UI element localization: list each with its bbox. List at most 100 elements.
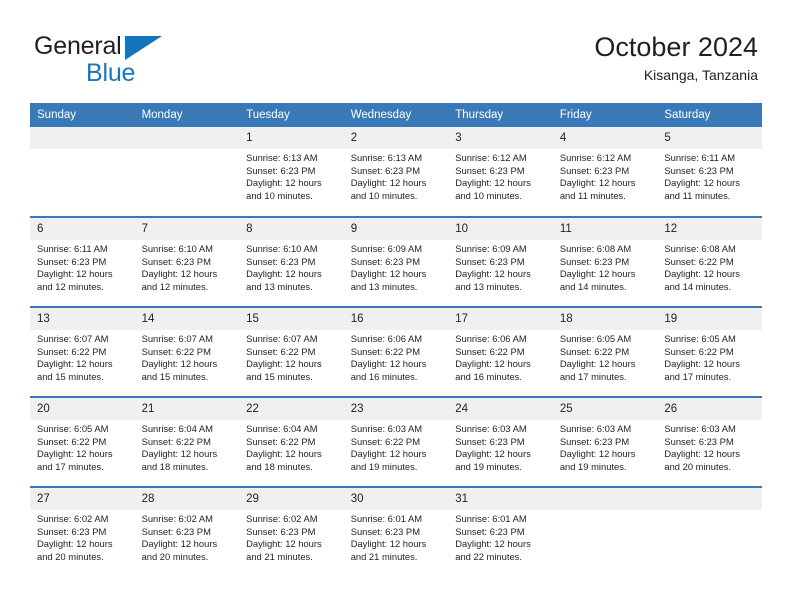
daylight-text-line1: Daylight: 12 hours [350,538,427,550]
calendar-day-cell[interactable]: 26 Sunrise: 6:03 AM Sunset: 6:23 PM Dayligh… [657,396,762,487]
calendar-day-cell[interactable]: 3 Sunrise: 6:12 AM Sunset: 6:23 PM Daylight… [448,127,553,217]
calendar-day-cell[interactable]: 13 Sunrise: 6:07 AM Sunset: 6:22 PM Dayligh… [30,306,135,397]
sunset-text: Sunset: 6:23 PM [559,435,630,447]
calendar-day-cell[interactable]: 5 Sunrise: 6:11 AM Sunset: 6:23 PM Daylight… [657,127,762,217]
calendar-day-cell[interactable]: 14 Sunrise: 6:07 AM Sunset: 6:22 PM Dayligh… [134,306,240,397]
page-subtitle: Kisanga, Tanzania [643,67,758,83]
calendar-day-cell[interactable]: 31 Sunrise: 6:01 AM Sunset: 6:23 PM Dayligh… [448,486,553,577]
day-details: Sunrise: 6:02 AM Sunset: 6:23 PM Daylight:… [30,510,135,563]
calendar-day-cell[interactable]: 16 Sunrise: 6:06 AM Sunset: 6:22 PM Dayligh… [343,306,449,397]
calendar-day-cell[interactable]: 21 Sunrise: 6:04 AM Sunset: 6:22 PM Dayligh… [134,396,240,487]
daylight-text-line1: Daylight: 12 hours [559,448,636,460]
day-details: Sunrise: 6:11 AM Sunset: 6:23 PM Daylight:… [30,240,135,293]
sunset-text: Sunset: 6:22 PM [246,435,316,447]
day-details: Sunrise: 6:12 AM Sunset: 6:23 PM Daylight:… [553,149,658,202]
day-number: 19 [657,308,762,330]
day-number: 1 [239,127,344,149]
calendar-day-cell[interactable]: 12 Sunrise: 6:08 AM Sunset: 6:22 PM Dayligh… [657,216,762,307]
calendar-day-cell[interactable]: 22 Sunrise: 6:04 AM Sunset: 6:22 PM Dayligh… [239,396,344,487]
day-details: Sunrise: 6:03 AM Sunset: 6:23 PM Daylight:… [448,420,553,473]
calendar-day-cell[interactable]: 29 Sunrise: 6:02 AM Sunset: 6:23 PM Dayligh… [239,486,344,577]
brand-logo[interactable]: General Blue [34,33,214,89]
calendar-day-cell[interactable]: 8 Sunrise: 6:10 AM Sunset: 6:23 PM Daylight… [239,216,344,307]
day-number: 2 [343,127,449,149]
sunset-text: Sunset: 6:22 PM [559,345,630,357]
daylight-text-line1: Daylight: 12 hours [141,448,218,460]
calendar-day-cell[interactable]: 23 Sunrise: 6:03 AM Sunset: 6:22 PM Dayligh… [343,396,449,487]
weekday-header-saturday: Saturday [657,103,762,127]
day-details: Sunrise: 6:03 AM Sunset: 6:23 PM Daylight:… [553,420,658,473]
calendar-day-cell[interactable]: 27 Sunrise: 6:02 AM Sunset: 6:23 PM Dayligh… [30,486,135,577]
calendar-day-cell[interactable]: 6 Sunrise: 6:11 AM Sunset: 6:23 PM Daylight… [30,216,135,307]
sunset-text: Sunset: 6:23 PM [141,255,211,267]
daylight-text-line2: and 11 minutes. [664,189,731,201]
day-number: 4 [552,127,658,149]
day-number: 17 [448,308,553,330]
calendar-day-cell[interactable]: 18 Sunrise: 6:05 AM Sunset: 6:22 PM Dayligh… [552,306,658,397]
calendar-day-cell[interactable]: 25 Sunrise: 6:03 AM Sunset: 6:23 PM Dayligh… [552,396,658,487]
calendar-day-cell[interactable]: 30 Sunrise: 6:01 AM Sunset: 6:23 PM Dayligh… [343,486,449,577]
sunrise-text: Sunrise: 6:08 AM [559,243,632,254]
day-details: Sunrise: 6:13 AM Sunset: 6:23 PM Daylight:… [344,149,449,202]
sunset-text: Sunset: 6:23 PM [141,525,211,537]
day-details: Sunrise: 6:05 AM Sunset: 6:22 PM Daylight:… [657,330,762,383]
day-number [552,488,658,510]
day-details: Sunrise: 6:07 AM Sunset: 6:22 PM Daylight:… [30,330,135,383]
calendar-day-cell[interactable]: 17 Sunrise: 6:06 AM Sunset: 6:22 PM Dayligh… [448,306,553,397]
day-number: 24 [448,398,553,420]
sunrise-text: Sunrise: 6:13 AM [246,152,318,163]
sunset-text: Sunset: 6:23 PM [350,255,420,267]
sunset-text: Sunset: 6:23 PM [455,435,525,447]
day-details: Sunrise: 6:08 AM Sunset: 6:23 PM Daylight:… [553,240,658,293]
daylight-text-line2: and 22 minutes. [455,550,522,562]
day-number: 31 [448,488,553,510]
sunset-text: Sunset: 6:22 PM [350,345,420,357]
calendar-day-cell[interactable]: 15 Sunrise: 6:07 AM Sunset: 6:22 PM Dayligh… [239,306,344,397]
sunrise-text: Sunrise: 6:06 AM [350,333,423,344]
calendar-day-cell[interactable]: 4 Sunrise: 6:12 AM Sunset: 6:23 PM Daylight… [552,127,658,217]
weekday-header-friday: Friday [552,103,658,127]
sunrise-text: Sunrise: 6:02 AM [141,513,213,524]
page-title: October 2024 [594,32,758,62]
day-details: Sunrise: 6:12 AM Sunset: 6:23 PM Daylight:… [448,149,553,202]
title-block: October 2024 Kisanga, Tanzania [594,30,758,86]
daylight-text-line1: Daylight: 12 hours [664,268,740,280]
sunrise-text: Sunrise: 6:09 AM [350,243,423,254]
sunrise-text: Sunrise: 6:03 AM [455,423,527,434]
calendar-day-cell[interactable]: 20 Sunrise: 6:05 AM Sunset: 6:22 PM Dayligh… [30,396,135,487]
calendar-week-row: 1 Sunrise: 6:13 AM Sunset: 6:23 PM Daylight… [30,127,762,217]
day-number: 12 [657,218,762,240]
sunrise-text: Sunrise: 6:04 AM [141,423,213,434]
daylight-text-line2: and 17 minutes. [37,460,104,472]
day-number: 14 [134,308,240,330]
brand-name-blue: Blue [86,59,136,87]
day-number: 27 [30,488,135,510]
calendar-day-cell[interactable]: 28 Sunrise: 6:02 AM Sunset: 6:23 PM Dayligh… [134,486,240,577]
calendar-day-cell[interactable]: 11 Sunrise: 6:08 AM Sunset: 6:23 PM Dayligh… [552,216,658,307]
daylight-text-line2: and 12 minutes. [141,280,209,292]
sunset-text: Sunset: 6:23 PM [559,255,630,267]
daylight-text-line2: and 19 minutes. [350,460,418,472]
daylight-text-line2: and 15 minutes. [246,370,313,382]
daylight-text-line2: and 20 minutes. [141,550,209,562]
day-details: Sunrise: 6:10 AM Sunset: 6:23 PM Daylight:… [135,240,240,293]
calendar-day-cell[interactable]: 7 Sunrise: 6:10 AM Sunset: 6:23 PM Daylight… [134,216,240,307]
day-number: 10 [448,218,553,240]
sunset-text: Sunset: 6:23 PM [246,255,316,267]
day-details: Sunrise: 6:05 AM Sunset: 6:22 PM Daylight:… [553,330,658,383]
sunrise-text: Sunrise: 6:01 AM [350,513,423,524]
calendar-day-cell[interactable]: 2 Sunrise: 6:13 AM Sunset: 6:23 PM Daylight… [343,127,449,217]
daylight-text-line1: Daylight: 12 hours [664,177,740,189]
calendar-day-cell[interactable]: 10 Sunrise: 6:09 AM Sunset: 6:23 PM Dayligh… [448,216,553,307]
calendar-day-cell[interactable]: 9 Sunrise: 6:09 AM Sunset: 6:23 PM Daylight… [343,216,449,307]
calendar-day-cell[interactable]: 24 Sunrise: 6:03 AM Sunset: 6:23 PM Dayligh… [448,396,553,487]
calendar-day-cell[interactable]: 19 Sunrise: 6:05 AM Sunset: 6:22 PM Dayligh… [657,306,762,397]
calendar-day-cell[interactable]: 1 Sunrise: 6:13 AM Sunset: 6:23 PM Daylight… [239,127,344,217]
daylight-text-line2: and 10 minutes. [350,189,418,201]
sunset-text: Sunset: 6:23 PM [246,525,316,537]
sunrise-text: Sunrise: 6:04 AM [246,423,318,434]
page-header: General Blue October 2024 Kisanga, Tanza… [0,0,792,100]
day-number: 26 [657,398,762,420]
day-details: Sunrise: 6:04 AM Sunset: 6:22 PM Daylight:… [135,420,240,473]
sunrise-text: Sunrise: 6:07 AM [141,333,213,344]
